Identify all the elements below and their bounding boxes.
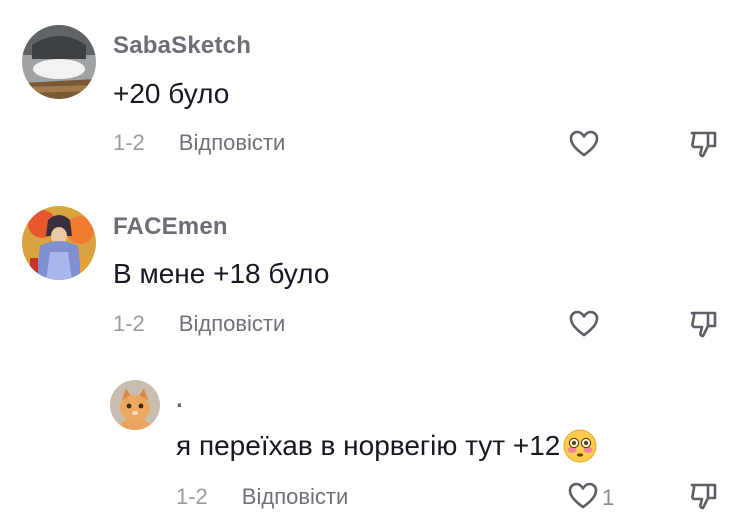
thumbs-down-icon [690, 131, 717, 158]
comment-date: 1-2 [113, 311, 145, 336]
heart-icon [568, 482, 598, 509]
reply-button[interactable]: Відповісти [179, 130, 286, 156]
heart-icon [569, 130, 599, 157]
comment-text: +20 було [113, 78, 230, 109]
comment-text: я переїхав в норвегію тут +12 [176, 428, 598, 464]
avatar[interactable] [22, 25, 96, 99]
comment-meta: 1-2 Відповісти [176, 484, 348, 510]
reply-button[interactable]: Відповісти [179, 311, 286, 337]
dislike-button[interactable] [684, 304, 724, 344]
comment-text: В мене +18 було [113, 258, 330, 289]
dislike-button[interactable] [684, 476, 724, 516]
flushed-face-icon [562, 428, 598, 464]
comment-meta: 1-2 Відповісти [113, 311, 285, 337]
thumbs-down-icon [690, 311, 717, 338]
thumbs-down-icon [690, 483, 717, 510]
reply-button[interactable]: Відповісти [242, 484, 349, 510]
comment-username[interactable]: SabaSketch [113, 32, 251, 60]
like-count: 1 [602, 485, 615, 510]
comment-username[interactable]: . [176, 386, 183, 414]
heart-icon [569, 310, 599, 337]
comment-date: 1-2 [176, 484, 208, 509]
avatar[interactable] [110, 380, 160, 430]
avatar[interactable] [22, 206, 96, 280]
comment-text-content: я переїхав в норвегію тут +12 [176, 430, 561, 461]
comment-username[interactable]: FACEmen [113, 213, 228, 241]
comment-date: 1-2 [113, 130, 145, 155]
dislike-button[interactable] [684, 124, 724, 164]
like-button[interactable] [564, 124, 604, 164]
like-button[interactable] [563, 476, 603, 516]
comment-meta: 1-2 Відповісти [113, 130, 285, 156]
like-button[interactable] [564, 304, 604, 344]
